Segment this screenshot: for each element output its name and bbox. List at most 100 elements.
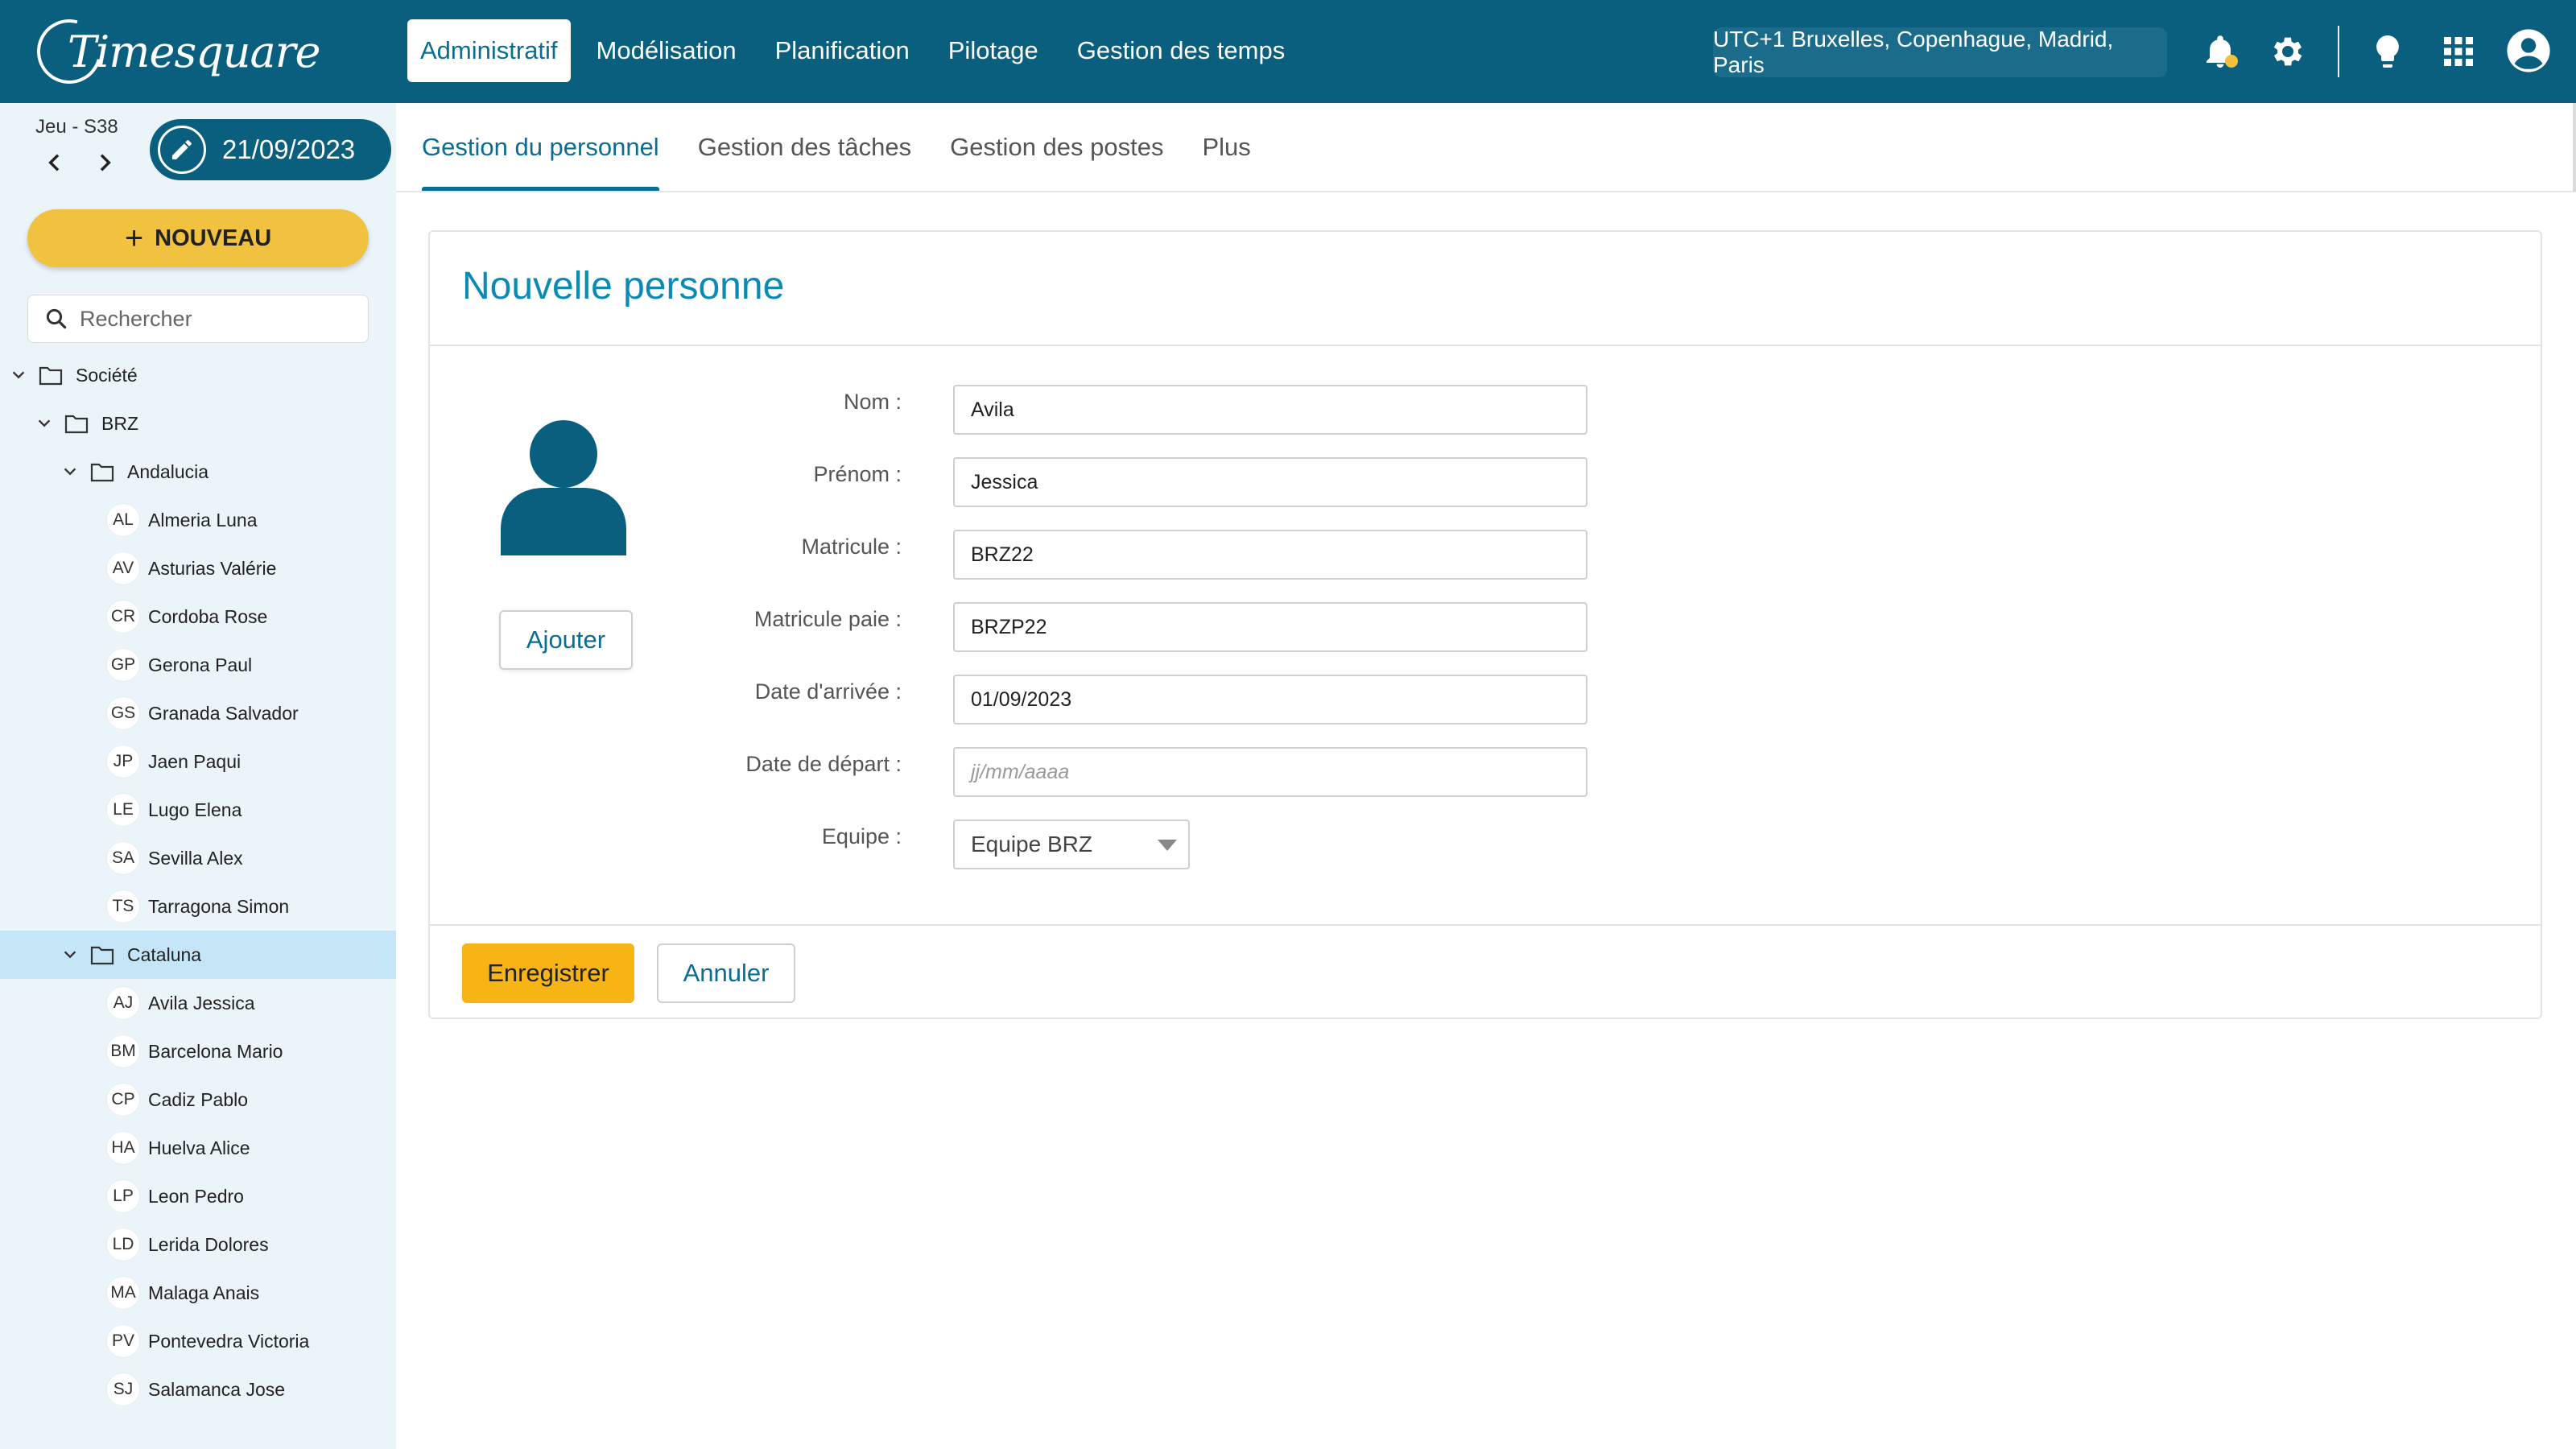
gear-icon[interactable] [2268,32,2307,71]
day-week-label: Jeu - S38 [35,116,118,138]
menu-planification[interactable]: Planification [762,19,923,82]
matricule-field[interactable]: BRZ22 [953,530,1587,580]
avatar: CP [106,1083,140,1117]
timesquare-logo[interactable]: Timesquare [25,7,320,96]
tree-person-item[interactable]: CP Cadiz Pablo [0,1075,396,1124]
date-arrivee-field[interactable]: 01/09/2023 [953,675,1587,724]
new-button[interactable]: + NOUVEAU [27,209,369,267]
tree-person-label: Leon Pedro [148,1185,244,1207]
search-input[interactable] [80,306,353,332]
search-box [27,295,369,343]
tab-gestion-du-personnel[interactable]: Gestion du personnel [402,103,679,192]
tree-person-item[interactable]: AL Almeria Luna [0,496,396,544]
tab-gestion-des-taches[interactable]: Gestion des tâches [679,103,931,192]
menu-modelisation[interactable]: Modélisation [584,19,749,82]
tree-person-item[interactable]: AJ Avila Jessica [0,979,396,1027]
avatar: AJ [106,986,140,1020]
tab-gestion-des-postes[interactable]: Gestion des postes [931,103,1183,192]
avatar: PV [106,1324,140,1358]
matricule-paie-field[interactable]: BRZP22 [953,602,1587,652]
next-day-chevron-icon[interactable] [92,150,118,175]
tab-plus[interactable]: Plus [1183,103,1269,192]
current-date-button[interactable]: 21/09/2023 [150,119,391,180]
lightbulb-icon[interactable] [2368,32,2407,71]
plus-icon: + [124,221,144,256]
tree-person-item[interactable]: CR Cordoba Rose [0,592,396,641]
nom-field[interactable]: Avila [953,385,1587,435]
card-footer-divider [430,924,2541,926]
new-button-label: NOUVEAU [155,225,272,251]
avatar: LE [106,793,140,827]
tree-person-label: Salamanca Jose [148,1378,286,1400]
tree-person-item[interactable]: BM Barcelona Mario [0,1027,396,1075]
avatar: CR [106,600,140,634]
field-label-matricule-paie: Matricule paie : [753,607,902,631]
menu-gestion-des-temps[interactable]: Gestion des temps [1064,19,1298,82]
card-header-divider [430,345,2541,346]
field-label-matricule: Matricule : [801,535,902,559]
current-date: 21/09/2023 [222,134,356,164]
page-edge-divider [2573,103,2576,192]
tree-folder-label: BRZ [101,412,138,434]
tree-person-item[interactable]: SJ Salamanca Jose [0,1365,396,1414]
tree-folder-cataluna[interactable]: Cataluna [0,931,396,979]
page-title: Nouvelle personne [462,265,785,308]
tree-folder-label: Société [76,364,138,386]
apps-grid-icon[interactable] [2439,32,2478,71]
tree-person-item[interactable]: AV Asturias Valérie [0,544,396,592]
avatar: AL [106,503,140,537]
tree-folder-andalucia[interactable]: Andalucia [0,448,396,496]
tree-person-label: Cordoba Rose [148,605,268,627]
sidebar: + NOUVEAU Société BRZ Andalucia AL Almeria L… [0,192,396,1449]
tree-person-label: Sevilla Alex [148,847,243,869]
tree-person-item[interactable]: GS Granada Salvador [0,689,396,737]
form-row-equipe: Equipe : Equipe BRZ [430,819,1718,871]
tree-person-item[interactable]: JP Jaen Paqui [0,737,396,786]
tree-folder-brz[interactable]: BRZ [0,399,396,448]
equipe-select[interactable]: Equipe BRZ [953,819,1190,869]
date-depart-field[interactable]: jj/mm/aaaa [953,747,1587,797]
tree-person-label: Avila Jessica [148,992,255,1013]
pencil-icon [158,126,206,174]
avatar: GS [106,696,140,730]
tree-folder-soci-t-[interactable]: Société [0,351,396,399]
admin-subnav: Gestion du personnel Gestion des tâches … [402,103,1270,192]
field-label-prenom: Prénom : [813,462,902,486]
tree-person-item[interactable]: LD Lerida Dolores [0,1220,396,1269]
folder-icon [90,944,114,965]
organization-tree: Société BRZ Andalucia AL Almeria Luna AV Astur… [0,351,396,1414]
menu-pilotage[interactable]: Pilotage [935,19,1051,82]
tree-person-item[interactable]: TS Tarragona Simon [0,882,396,931]
user-account-icon[interactable] [2505,27,2552,74]
prenom-field[interactable]: Jessica [953,457,1587,507]
tree-person-item[interactable]: LE Lugo Elena [0,786,396,834]
previous-day-chevron-icon[interactable] [42,150,68,175]
tree-person-label: Granada Salvador [148,702,299,724]
tree-person-item[interactable]: LP Leon Pedro [0,1172,396,1220]
folder-icon [64,413,89,434]
avatar: LD [106,1228,140,1261]
cancel-button[interactable]: Annuler [657,943,795,1003]
form-row-prenom: Prénom : Jessica [430,457,1718,509]
avatar: BM [106,1034,140,1068]
tree-person-item[interactable]: GP Gerona Paul [0,641,396,689]
chevron-down-icon[interactable] [10,366,27,384]
tree-person-item[interactable]: HA Huelva Alice [0,1124,396,1172]
chevron-down-icon[interactable] [61,946,79,964]
tree-person-label: Almeria Luna [148,509,258,530]
bell-icon[interactable] [2201,32,2240,71]
save-button[interactable]: Enregistrer [462,943,634,1003]
tree-person-item[interactable]: SA Sevilla Alex [0,834,396,882]
tree-person-item[interactable]: MA Malaga Anais [0,1269,396,1317]
tree-person-label: Tarragona Simon [148,895,290,917]
form-row-date-depart: Date de départ : jj/mm/aaaa [430,747,1718,799]
tree-person-label: Lugo Elena [148,799,242,820]
menu-administratif[interactable]: Administratif [407,19,571,82]
tree-person-label: Huelva Alice [148,1137,250,1158]
chevron-down-icon[interactable] [35,415,53,432]
tree-person-label: Cadiz Pablo [148,1088,249,1110]
chevron-down-icon[interactable] [61,463,79,481]
timezone-selector[interactable]: UTC+1 Bruxelles, Copenhague, Madrid, Par… [1713,27,2167,77]
avatar: GP [106,648,140,682]
tree-person-item[interactable]: PV Pontevedra Victoria [0,1317,396,1365]
